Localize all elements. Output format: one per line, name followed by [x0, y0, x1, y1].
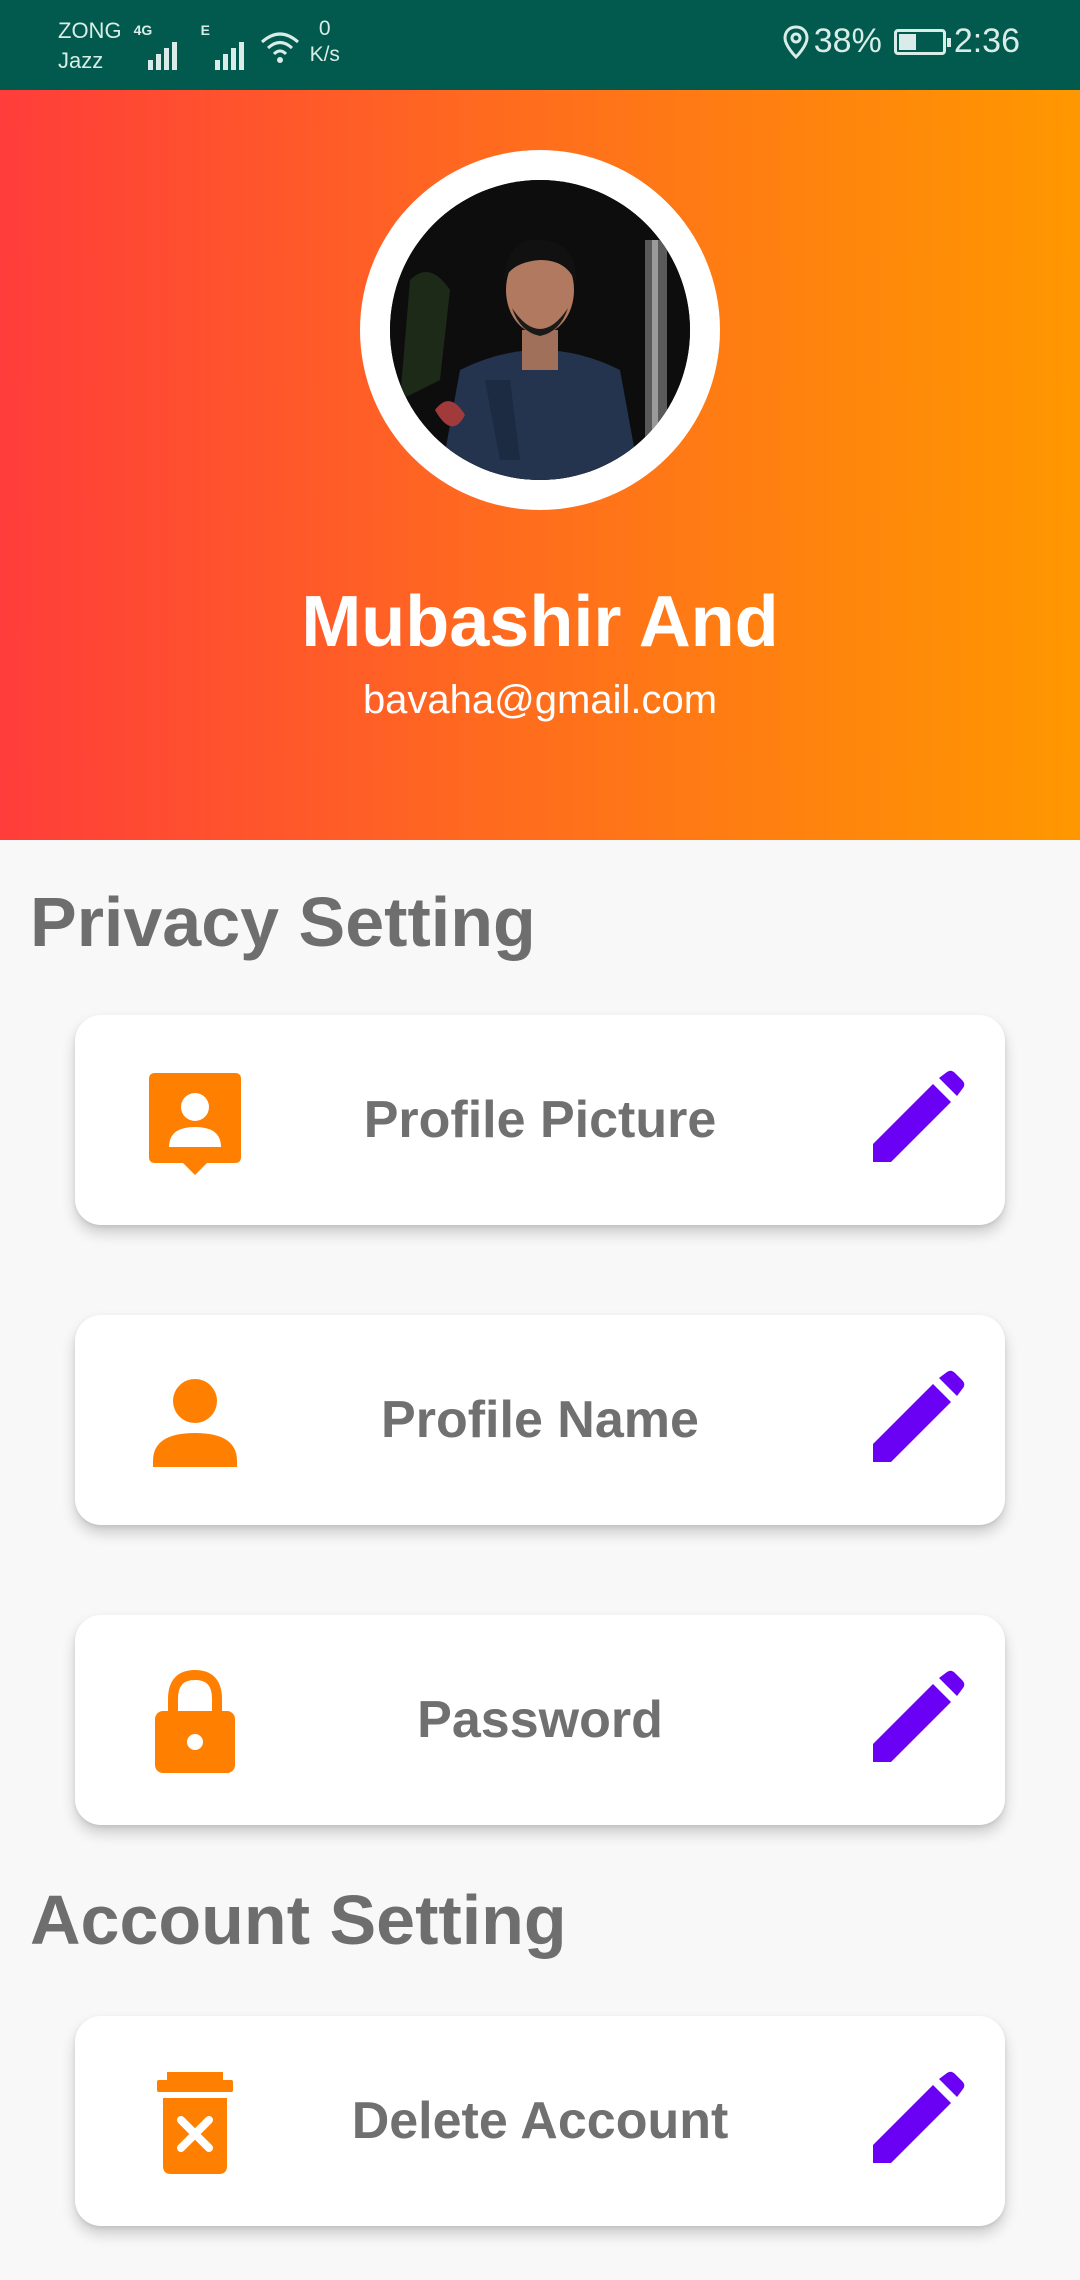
clock: 2:36 [953, 22, 1020, 60]
edit-icon[interactable] [865, 2071, 965, 2171]
account-box-icon [149, 1073, 241, 1175]
profile-name-label: Profile Name [381, 1391, 699, 1449]
edit-icon[interactable] [865, 1070, 965, 1170]
edit-icon[interactable] [865, 1670, 965, 1770]
profile-header: Mubashir And bavaha@gmail.com [0, 90, 1080, 840]
carrier-1-label: ZONG [58, 18, 122, 43]
battery-percent: 38% [813, 22, 882, 60]
profile-name: Mubashir And [301, 582, 779, 662]
profile-email: bavaha@gmail.com [362, 678, 718, 722]
delete-account-label: Delete Account [351, 2092, 729, 2150]
carrier-2-label: Jazz [58, 48, 104, 73]
signal-sim2-icon: E [201, 22, 244, 70]
avatar-ring [360, 150, 720, 510]
location-icon [783, 24, 809, 59]
avatar-photo [390, 180, 690, 480]
privacy-section-title: Privacy Setting [30, 883, 536, 961]
delete-account-card[interactable]: Delete Account [75, 2016, 1005, 2226]
edit-icon[interactable] [865, 1370, 965, 1470]
account-section-title: Account Setting [30, 1881, 567, 1959]
profile-picture-card[interactable]: Profile Picture [75, 1015, 1005, 1225]
lock-icon [155, 1669, 235, 1773]
person-icon [153, 1379, 237, 1467]
wifi-icon [260, 32, 299, 63]
battery-icon [893, 28, 951, 55]
signal-sim1-icon: 4G [134, 22, 177, 70]
profile-picture-label: Profile Picture [363, 1091, 717, 1149]
delete-icon [157, 2072, 233, 2174]
net-speed: 0 K/s [309, 17, 340, 66]
avatar[interactable] [390, 180, 690, 480]
password-card[interactable]: Password [75, 1615, 1005, 1825]
profile-name-card[interactable]: Profile Name [75, 1315, 1005, 1525]
password-label: Password [417, 1691, 663, 1749]
status-bar: ZONG Jazz 4G E 0 K/s 38% 2:36 [0, 0, 1080, 90]
